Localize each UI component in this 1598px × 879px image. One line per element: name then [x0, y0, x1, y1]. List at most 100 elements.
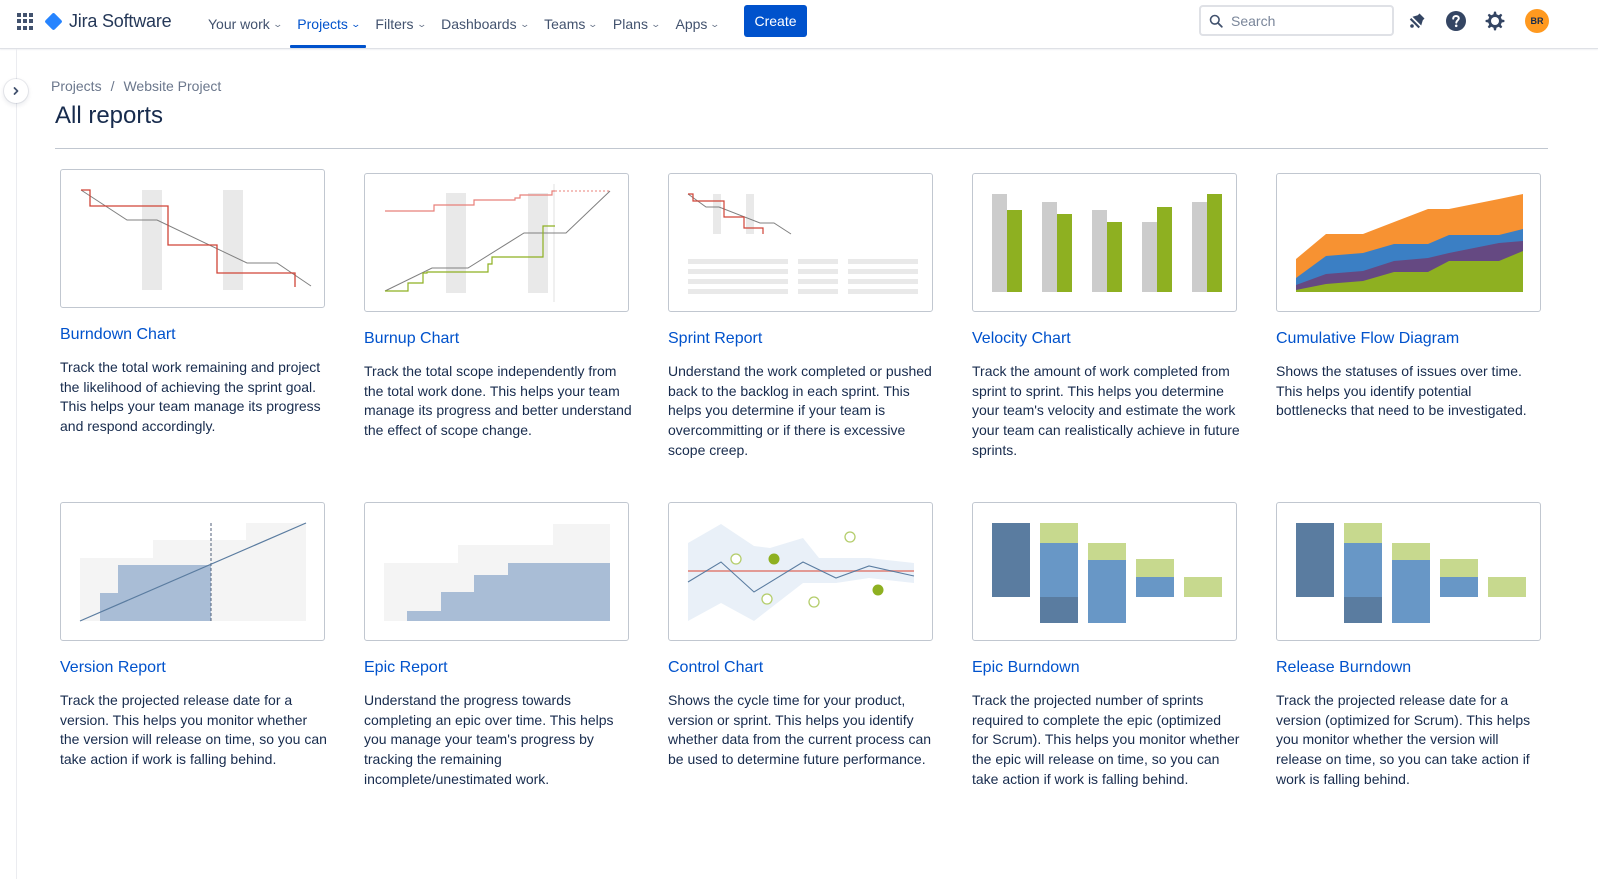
nav-teams[interactable]: Teams ⌄ — [536, 0, 605, 48]
chevron-down-icon: ⌄ — [587, 18, 599, 29]
report-description: Track the projected release date for a v… — [1276, 692, 1531, 787]
epic-report-thumbnail[interactable] — [364, 502, 629, 641]
forecast-segment — [1184, 577, 1222, 597]
epic-report-illustration — [384, 524, 610, 621]
version-report-thumbnail[interactable] — [60, 502, 325, 641]
burndown-chart-illustration — [80, 189, 312, 290]
report-description: Track the total scope independently from… — [364, 363, 632, 439]
search-icon — [1209, 14, 1223, 28]
nav-plans[interactable]: Plans ⌄ — [605, 0, 668, 48]
work-completed-segment — [1344, 597, 1382, 623]
standard-deviation-band — [688, 524, 914, 621]
notifications-bell-icon[interactable] — [1405, 9, 1429, 33]
issue-list-placeholder — [688, 259, 918, 294]
breadcrumb-projects[interactable]: Projects — [51, 78, 102, 94]
settings-gear-icon[interactable] — [1483, 9, 1507, 33]
burnup-thumbnail[interactable] — [364, 173, 629, 312]
sidebar-edge — [16, 49, 17, 879]
report-description: Track the projected number of sprints re… — [972, 692, 1240, 787]
report-title-link[interactable]: Version Report — [60, 659, 166, 677]
report-title-link[interactable]: Epic Report — [364, 659, 448, 677]
create-button[interactable]: Create — [744, 5, 807, 37]
help-icon[interactable] — [1444, 9, 1468, 33]
work-added-segment — [1136, 559, 1174, 577]
velocity-thumbnail[interactable] — [972, 173, 1237, 312]
work-added-segment — [1040, 523, 1078, 543]
epic-burndown-thumbnail[interactable] — [972, 502, 1237, 641]
nav-label: Plans — [612, 16, 648, 32]
chevron-down-icon: ⌄ — [709, 18, 721, 29]
header-divider — [55, 148, 1548, 149]
report-title-link[interactable]: Epic Burndown — [972, 659, 1080, 677]
work-added-segment — [1088, 543, 1126, 560]
release-burndown-thumbnail[interactable] — [1276, 502, 1541, 641]
forecast-segment — [1488, 577, 1526, 597]
non-working-day-band — [528, 193, 548, 293]
report-title-link[interactable]: Cumulative Flow Diagram — [1276, 330, 1459, 348]
sprint-report-thumbnail[interactable] — [668, 173, 933, 312]
chevron-right-icon — [13, 87, 19, 95]
sprint-report-illustration — [687, 193, 918, 294]
epic-burndown-illustration — [992, 523, 1222, 623]
work-remaining-segment — [1440, 577, 1478, 597]
completed-bars — [1007, 194, 1222, 292]
search-input[interactable] — [1231, 12, 1381, 29]
report-title-link[interactable]: Sprint Report — [668, 330, 762, 348]
nav-your-work[interactable]: Your work ⌄ — [200, 0, 289, 48]
report-title-link[interactable]: Burnup Chart — [364, 330, 459, 348]
burndown-thumbnail[interactable] — [60, 169, 325, 308]
nav-label: Teams — [544, 16, 586, 32]
report-title-link[interactable]: Burndown Chart — [60, 326, 176, 344]
app-switcher-grid-icon[interactable] — [17, 13, 34, 30]
work-added-segment — [1440, 559, 1478, 577]
cumulative-flow-thumbnail[interactable] — [1276, 173, 1541, 312]
report-description: Track the total work remaining and proje… — [60, 359, 321, 435]
report-description: Shows the cycle time for your product, v… — [668, 692, 932, 768]
nav-filters[interactable]: Filters ⌄ — [367, 0, 433, 48]
report-description: Track the amount of work completed from … — [972, 363, 1240, 458]
report-description: Understand the work completed or pushed … — [668, 363, 932, 458]
nav-dashboards[interactable]: Dashboards ⌄ — [433, 0, 536, 48]
version-report-illustration — [79, 522, 307, 622]
work-remaining-segment — [1088, 560, 1126, 623]
breadcrumb-website-project[interactable]: Website Project — [123, 78, 221, 94]
product-name: Jira Software — [69, 11, 172, 31]
nav-projects[interactable]: Projects ⌄ — [289, 0, 367, 48]
guideline — [80, 189, 312, 287]
chevron-down-icon: ⌄ — [519, 18, 530, 29]
jira-logo[interactable]: Jira Software — [44, 11, 172, 32]
non-working-day-band — [446, 193, 466, 293]
report-description: Track the projected release date for a v… — [60, 692, 327, 768]
report-description: Shows the statuses of issues over time. … — [1276, 363, 1527, 419]
search-box[interactable] — [1199, 5, 1394, 36]
work-remaining-bar — [1296, 523, 1334, 597]
nav-apps[interactable]: Apps ⌄ — [668, 0, 727, 48]
nav-label: Filters — [375, 16, 414, 32]
report-title-link[interactable]: Velocity Chart — [972, 330, 1071, 348]
work-added-segment — [1344, 523, 1382, 543]
top-navigation: Jira Software Your work ⌄ Projects ⌄ Filte… — [0, 0, 1598, 49]
user-avatar[interactable]: BR — [1525, 9, 1549, 33]
work-remaining-segment — [1040, 543, 1078, 597]
primary-nav: Your work ⌄ Projects ⌄ Filters ⌄ Dashboards… — [200, 0, 727, 48]
control-chart-thumbnail[interactable] — [668, 502, 933, 641]
nav-label: Apps — [675, 16, 708, 32]
breadcrumb-separator: / — [110, 78, 115, 94]
commitment-bars — [992, 194, 1207, 292]
report-description: Understand the progress towards completi… — [364, 692, 614, 787]
velocity-chart-illustration — [992, 194, 1222, 292]
chevron-down-icon: ⌄ — [416, 18, 427, 29]
report-title-link[interactable]: Release Burndown — [1276, 659, 1411, 677]
chevron-down-icon: ⌄ — [272, 18, 283, 29]
report-title-link[interactable]: Control Chart — [668, 659, 763, 677]
burnup-chart-illustration — [384, 184, 611, 302]
work-completed-segment — [1040, 597, 1078, 623]
non-working-day-band — [223, 190, 243, 290]
non-working-day-band — [713, 194, 721, 234]
breadcrumb: Projects / Website Project — [51, 78, 221, 94]
expand-sidebar-button[interactable] — [4, 79, 28, 103]
cumulative-flow-illustration — [1296, 194, 1523, 292]
nav-label: Your work — [208, 16, 270, 32]
jira-diamond-icon — [44, 12, 63, 31]
chevron-down-icon: ⌄ — [350, 18, 361, 29]
